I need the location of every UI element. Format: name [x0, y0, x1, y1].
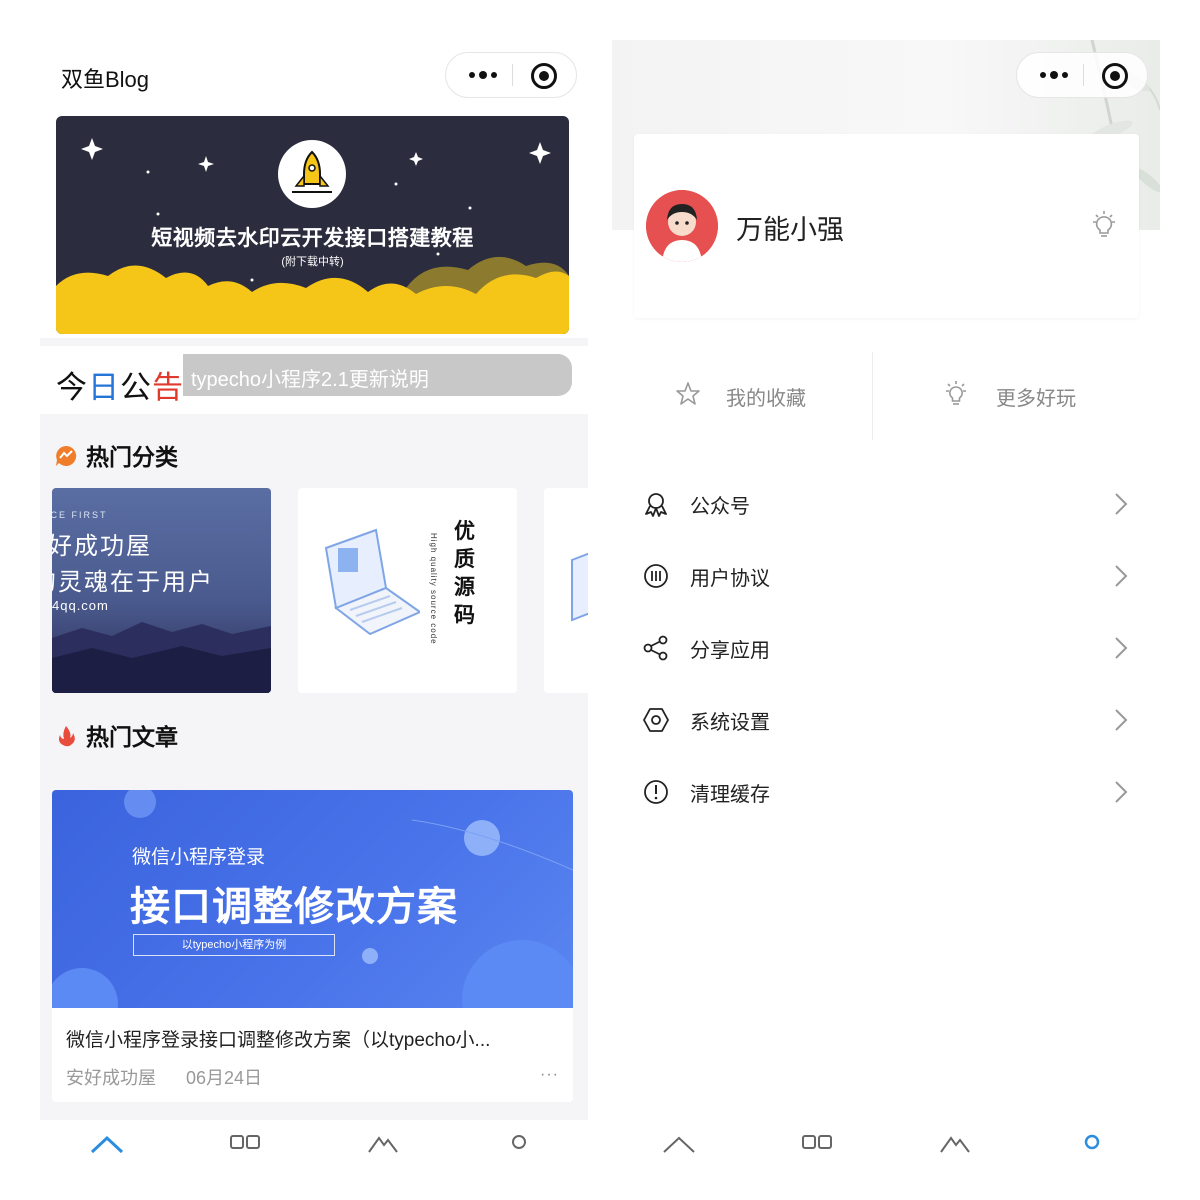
category-icon[interactable]: [800, 1128, 834, 1154]
category-carousel[interactable]: ICE FIRST 好成功屋 的灵魂在于用户 4qq.com High qual…: [40, 488, 588, 693]
category-card-title: 优质源码: [454, 520, 475, 627]
category-card[interactable]: [544, 488, 588, 693]
article-date: 06月24日: [186, 1068, 263, 1088]
profile-card: 万能小强: [634, 134, 1139, 318]
capsule-divider: [512, 64, 513, 86]
cover-line2: 接口调整修改方案: [130, 885, 458, 929]
hot-articles-heading: 热门文章: [54, 718, 178, 752]
chevron-right-icon: [1115, 493, 1128, 515]
capsule-divider: [1083, 64, 1084, 86]
bulb-icon[interactable]: [1089, 210, 1119, 240]
menu-item-user-agreement[interactable]: 用户协议: [634, 540, 1139, 612]
article-cover: 微信小程序登录 接口调整修改方案 以typecho小程序为例: [52, 790, 573, 1008]
settings-icon: [643, 708, 669, 732]
banner-title: 短视频去水印云开发接口搭建教程: [151, 227, 474, 250]
more-fun-label: 更多好玩: [996, 388, 1076, 410]
cover-line1: 微信小程序登录: [132, 847, 266, 868]
category-card-text: 好成功屋: [52, 532, 152, 560]
banner-section: 短视频去水印云开发接口搭建教程 (附下载中转): [40, 116, 588, 338]
tab-bar: [612, 1120, 1160, 1160]
banner-subtitle: (附下载中转): [281, 256, 344, 268]
category-card-subtitle: High quality source code: [429, 533, 438, 645]
chevron-right-icon: [1115, 781, 1128, 803]
notice-text: typecho小程序2.1更新说明: [191, 369, 429, 391]
article-author: 安好成功屋: [66, 1068, 156, 1088]
username: 万能小强: [736, 215, 844, 245]
category-card[interactable]: High quality source code 优质源码: [298, 488, 517, 693]
category-card-text: ICE FIRST: [52, 510, 108, 520]
user-icon[interactable]: [1075, 1128, 1109, 1154]
agreement-icon: [644, 564, 668, 588]
article-meta: 安好成功屋 06月24日: [66, 1064, 292, 1090]
page-title: 双鱼Blog: [61, 67, 150, 92]
notice-char: 日: [88, 370, 120, 405]
notice-label: 今日公告: [56, 362, 184, 407]
menu-item-label: 清理缓存: [690, 784, 770, 806]
article-more-button[interactable]: ···: [540, 1066, 559, 1084]
mini-program-capsule: [445, 52, 577, 98]
notice-char: 告: [152, 370, 184, 405]
menu-item-label: 系统设置: [690, 712, 770, 734]
quick-actions: 我的收藏 更多好玩: [634, 352, 1139, 440]
hot-categories-heading: 热门分类: [54, 438, 178, 472]
laptop-illustration: [571, 552, 588, 622]
chevron-right-icon: [1115, 709, 1128, 731]
menu-item-clear-cache[interactable]: 清理缓存: [634, 756, 1139, 828]
tab-bar: [40, 1120, 588, 1160]
category-icon[interactable]: [228, 1128, 262, 1154]
rocket-icon: [278, 140, 346, 208]
favorites-button[interactable]: 我的收藏: [634, 352, 886, 438]
category-card-text: 的灵魂在于用户: [52, 568, 214, 596]
menu-item-label: 公众号: [690, 496, 750, 518]
close-miniprogram-icon[interactable]: [531, 63, 557, 89]
chevron-right-icon: [1115, 565, 1128, 587]
section-title: 热门分类: [86, 444, 178, 470]
avatar[interactable]: [646, 190, 718, 262]
close-miniprogram-icon[interactable]: [1102, 63, 1128, 89]
star-icon: [676, 382, 700, 405]
flame-icon: [59, 726, 75, 747]
notice-char: 今: [56, 370, 88, 405]
menu-item-settings[interactable]: 系统设置: [634, 684, 1139, 756]
cover-tag: 以typecho小程序为例: [133, 934, 335, 956]
article-title: 微信小程序登录接口调整修改方案（以typecho小...: [66, 1030, 491, 1051]
banner-image[interactable]: 短视频去水印云开发接口搭建教程 (附下载中转): [56, 116, 569, 334]
category-card[interactable]: ICE FIRST 好成功屋 的灵魂在于用户 4qq.com: [52, 488, 271, 693]
home-screen: 双鱼Blog 短视频去水印云开发接口搭建教程 (附下载中转) 今日公告 type…: [40, 40, 588, 1160]
bulb-icon: [946, 381, 966, 405]
notice-bar[interactable]: 今日公告 typecho小程序2.1更新说明: [40, 346, 588, 414]
quick-actions-divider: [872, 352, 873, 440]
notice-char: 公: [120, 370, 152, 405]
laptop-illustration: [324, 528, 420, 636]
discover-icon[interactable]: [366, 1128, 400, 1154]
settings-menu: 公众号 用户协议 分享应用 系统设置 清理缓存: [634, 468, 1139, 828]
article-card[interactable]: 微信小程序登录 接口调整修改方案 以typecho小程序为例 微信小程序登录接口…: [52, 790, 573, 1102]
chat-trend-icon: [56, 445, 77, 466]
favorites-label: 我的收藏: [726, 388, 806, 410]
discover-icon[interactable]: [938, 1128, 972, 1154]
clear-cache-icon: [644, 780, 668, 804]
notice-marquee[interactable]: typecho小程序2.1更新说明: [183, 354, 572, 396]
section-title: 热门文章: [86, 724, 178, 750]
more-icon[interactable]: [466, 63, 500, 87]
user-icon[interactable]: [502, 1128, 536, 1154]
menu-item-official-account[interactable]: 公众号: [634, 468, 1139, 540]
menu-item-share-app[interactable]: 分享应用: [634, 612, 1139, 684]
more-fun-button[interactable]: 更多好玩: [886, 352, 1138, 438]
home-icon[interactable]: [662, 1128, 696, 1154]
profile-screen: 万能小强 我的收藏 更多好玩 公众号 用户协议 分享应用 系统设置 清理缓存: [612, 40, 1160, 1160]
home-icon[interactable]: [90, 1128, 124, 1154]
share-icon: [643, 635, 668, 661]
mountain-image: [52, 622, 271, 693]
nav-bar: 双鱼Blog: [40, 40, 588, 116]
chevron-right-icon: [1115, 637, 1128, 659]
mini-program-capsule: [1016, 52, 1148, 98]
official-account-icon: [645, 493, 667, 517]
menu-item-label: 用户协议: [690, 568, 770, 590]
more-icon[interactable]: [1037, 63, 1071, 87]
menu-item-label: 分享应用: [690, 640, 770, 662]
